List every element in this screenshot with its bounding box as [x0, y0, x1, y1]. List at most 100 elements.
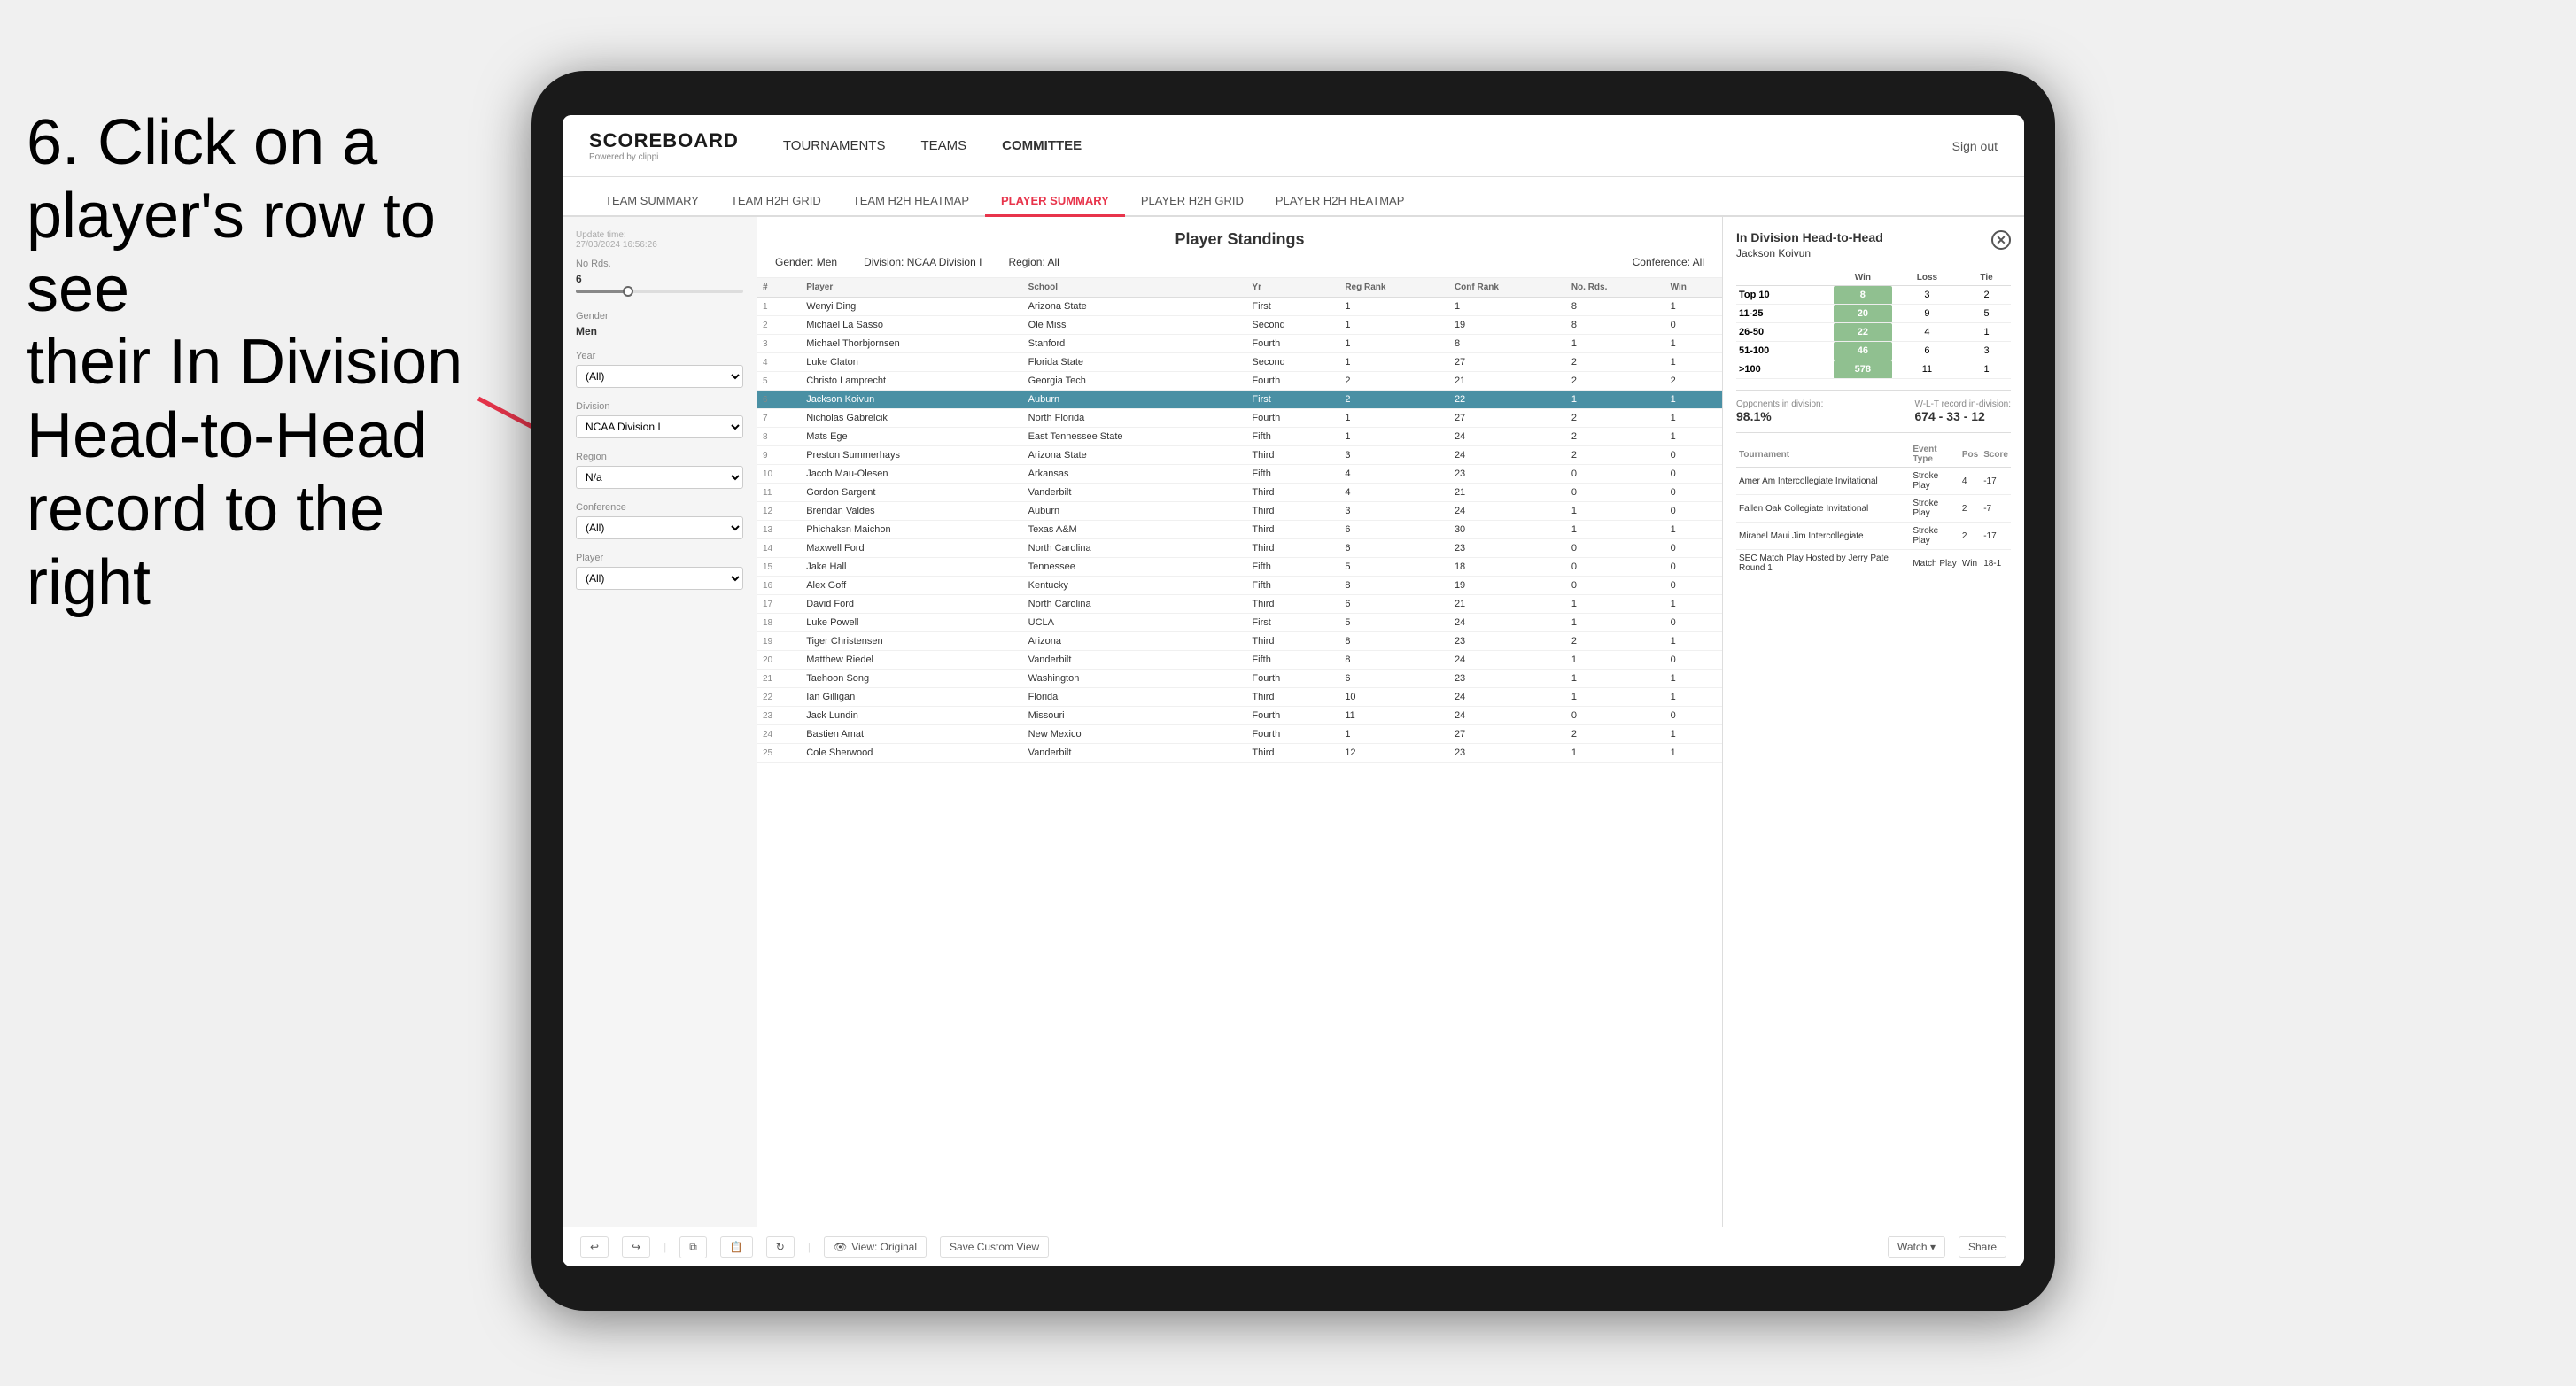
h2h-row: 51-100 46 6 3: [1736, 342, 2011, 360]
row-win: 1: [1665, 391, 1722, 409]
view-original-button[interactable]: 👁 View: Original: [824, 1236, 927, 1258]
no-rds-slider[interactable]: [576, 285, 743, 298]
h2h-rank: 51-100: [1736, 342, 1834, 360]
row-yr: Fourth: [1246, 409, 1339, 428]
table-row[interactable]: 7 Nicholas Gabrelcik North Florida Fourt…: [757, 409, 1722, 428]
paste-button[interactable]: 📋: [720, 1236, 753, 1258]
standings-title: Player Standings: [775, 230, 1704, 249]
row-yr: Third: [1246, 632, 1339, 651]
table-row[interactable]: 14 Maxwell Ford North Carolina Third 6 2…: [757, 539, 1722, 558]
row-player: David Ford: [801, 595, 1022, 614]
row-school: UCLA: [1023, 614, 1247, 632]
table-row[interactable]: 24 Bastien Amat New Mexico Fourth 1 27 2…: [757, 725, 1722, 744]
h2h-player-name: Jackson Koivun: [1736, 247, 1883, 259]
table-row[interactable]: 19 Tiger Christensen Arizona Third 8 23 …: [757, 632, 1722, 651]
table-row[interactable]: 18 Luke Powell UCLA First 5 24 1 0: [757, 614, 1722, 632]
region-select[interactable]: N/a: [576, 466, 743, 489]
row-conf: 23: [1449, 632, 1566, 651]
row-reg: 1: [1339, 353, 1449, 372]
row-win: 1: [1665, 335, 1722, 353]
table-row[interactable]: 20 Matthew Riedel Vanderbilt Fifth 8 24 …: [757, 651, 1722, 670]
row-rds: 1: [1566, 688, 1665, 707]
row-player: Mats Ege: [801, 428, 1022, 446]
h2h-divider-2: [1736, 432, 2011, 433]
table-row[interactable]: 21 Taehoon Song Washington Fourth 6 23 1…: [757, 670, 1722, 688]
nav-teams[interactable]: TEAMS: [920, 134, 966, 158]
row-rds: 1: [1566, 502, 1665, 521]
standings-filters: Gender: Men Division: NCAA Division I Re…: [775, 256, 1704, 268]
row-num: 5: [757, 372, 801, 391]
tourn-col-score: Score: [1981, 442, 2011, 468]
nav-tournaments[interactable]: TOURNAMENTS: [783, 134, 886, 158]
row-win: 1: [1665, 595, 1722, 614]
watch-button[interactable]: Watch ▾: [1888, 1236, 1945, 1258]
table-row[interactable]: 1 Wenyi Ding Arizona State First 1 1 8 1: [757, 298, 1722, 316]
table-row[interactable]: 10 Jacob Mau-Olesen Arkansas Fifth 4 23 …: [757, 465, 1722, 484]
h2h-col-loss: Loss: [1892, 270, 1962, 286]
tab-player-h2h-heatmap[interactable]: PLAYER H2H HEATMAP: [1260, 187, 1420, 217]
table-row[interactable]: 17 David Ford North Carolina Third 6 21 …: [757, 595, 1722, 614]
table-row[interactable]: 12 Brendan Valdes Auburn Third 3 24 1 0: [757, 502, 1722, 521]
table-row[interactable]: 13 Phichaksn Maichon Texas A&M Third 6 3…: [757, 521, 1722, 539]
table-row[interactable]: 22 Ian Gilligan Florida Third 10 24 1 1: [757, 688, 1722, 707]
h2h-loss: 3: [1892, 286, 1962, 305]
tablet-screen: SCOREBOARD Powered by clippi TOURNAMENTS…: [563, 115, 2024, 1266]
division-select[interactable]: NCAA Division I: [576, 415, 743, 438]
row-yr: Fourth: [1246, 372, 1339, 391]
table-row[interactable]: 3 Michael Thorbjornsen Stanford Fourth 1…: [757, 335, 1722, 353]
row-rds: 1: [1566, 391, 1665, 409]
copy-button[interactable]: ⧉: [679, 1236, 707, 1258]
year-label: Year: [576, 351, 743, 361]
row-num: 25: [757, 744, 801, 763]
undo-button[interactable]: ↩: [580, 1236, 609, 1258]
row-yr: Third: [1246, 539, 1339, 558]
table-row[interactable]: 8 Mats Ege East Tennessee State Fifth 1 …: [757, 428, 1722, 446]
wlt-label: W-L-T record in-division:: [1914, 399, 2011, 409]
year-select[interactable]: (All): [576, 365, 743, 388]
h2h-loss: 9: [1892, 305, 1962, 323]
table-row[interactable]: 15 Jake Hall Tennessee Fifth 5 18 0 0: [757, 558, 1722, 577]
save-custom-button[interactable]: Save Custom View: [940, 1236, 1049, 1258]
row-player: Tiger Christensen: [801, 632, 1022, 651]
table-row[interactable]: 2 Michael La Sasso Ole Miss Second 1 19 …: [757, 316, 1722, 335]
row-school: Stanford: [1023, 335, 1247, 353]
row-conf: 24: [1449, 428, 1566, 446]
redo-button[interactable]: ↪: [622, 1236, 650, 1258]
row-player: Brendan Valdes: [801, 502, 1022, 521]
table-row[interactable]: 6 Jackson Koivun Auburn First 2 22 1 1: [757, 391, 1722, 409]
table-row[interactable]: 5 Christo Lamprecht Georgia Tech Fourth …: [757, 372, 1722, 391]
table-row[interactable]: 9 Preston Summerhays Arizona State Third…: [757, 446, 1722, 465]
row-reg: 11: [1339, 707, 1449, 725]
row-reg: 2: [1339, 372, 1449, 391]
table-row[interactable]: 25 Cole Sherwood Vanderbilt Third 12 23 …: [757, 744, 1722, 763]
row-win: 2: [1665, 372, 1722, 391]
row-rds: 2: [1566, 446, 1665, 465]
row-rds: 2: [1566, 725, 1665, 744]
table-row[interactable]: 16 Alex Goff Kentucky Fifth 8 19 0 0: [757, 577, 1722, 595]
table-row[interactable]: 11 Gordon Sargent Vanderbilt Third 4 21 …: [757, 484, 1722, 502]
conference-select[interactable]: (All): [576, 516, 743, 539]
row-yr: Fourth: [1246, 707, 1339, 725]
close-button[interactable]: ✕: [1991, 230, 2011, 250]
refresh-button[interactable]: ↻: [766, 1236, 795, 1258]
nav-committee[interactable]: COMMITTEE: [1002, 134, 1082, 158]
filter-region: Region: All: [1008, 256, 1059, 268]
no-rds-label: No Rds.: [576, 259, 743, 269]
tab-team-summary[interactable]: TEAM SUMMARY: [589, 187, 715, 217]
share-button[interactable]: Share: [1959, 1236, 2006, 1258]
table-row[interactable]: 23 Jack Lundin Missouri Fourth 11 24 0 0: [757, 707, 1722, 725]
tourn-name: SEC Match Play Hosted by Jerry Pate Roun…: [1736, 550, 1910, 577]
tab-team-h2h-grid[interactable]: TEAM H2H GRID: [715, 187, 837, 217]
row-reg: 1: [1339, 335, 1449, 353]
h2h-header: In Division Head-to-Head Jackson Koivun …: [1736, 230, 2011, 259]
tourn-name: Mirabel Maui Jim Intercollegiate: [1736, 523, 1910, 550]
sign-out-link[interactable]: Sign out: [1952, 139, 1998, 153]
tab-player-summary[interactable]: PLAYER SUMMARY: [985, 187, 1125, 217]
row-num: 24: [757, 725, 801, 744]
tab-player-h2h-grid[interactable]: PLAYER H2H GRID: [1125, 187, 1260, 217]
row-player: Christo Lamprecht: [801, 372, 1022, 391]
player-select[interactable]: (All): [576, 567, 743, 590]
table-row[interactable]: 4 Luke Claton Florida State Second 1 27 …: [757, 353, 1722, 372]
row-school: Vanderbilt: [1023, 651, 1247, 670]
tab-team-h2h-heatmap[interactable]: TEAM H2H HEATMAP: [837, 187, 985, 217]
